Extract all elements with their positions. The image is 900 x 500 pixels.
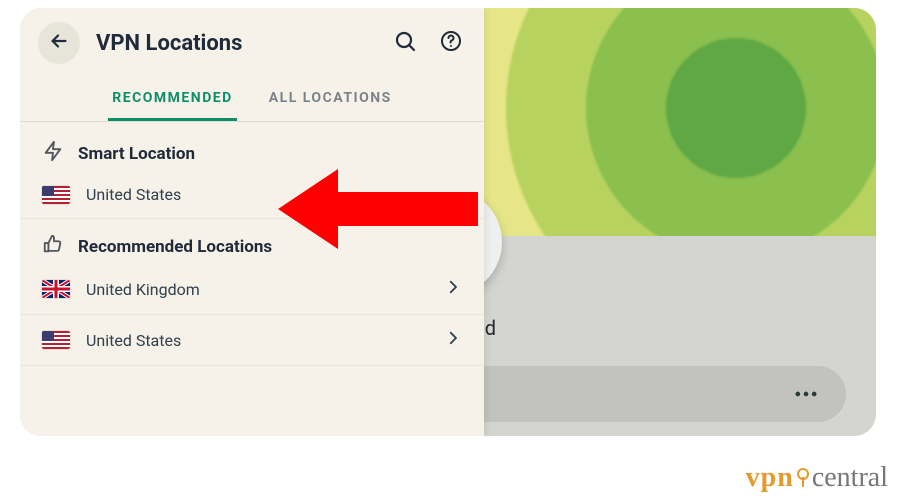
smart-location-heading: Smart Location	[78, 144, 195, 164]
smart-location-item-label: United States	[86, 185, 462, 204]
tab-all-locations[interactable]: ALL LOCATIONS	[265, 82, 396, 121]
pin-icon	[798, 468, 808, 486]
help-button[interactable]	[436, 28, 466, 58]
smart-location-item[interactable]: United States	[20, 171, 484, 219]
thumbs-up-icon	[42, 233, 64, 260]
locations-drawer: VPN Locations RECOMMENDED ALL LOCATIONS	[20, 8, 484, 436]
location-tabs: RECOMMENDED ALL LOCATIONS	[20, 70, 484, 122]
drawer-header: VPN Locations	[20, 8, 484, 70]
watermark-suffix: central	[812, 462, 888, 494]
location-item-label: United Kingdom	[86, 280, 428, 299]
search-button[interactable]	[390, 28, 420, 58]
watermark-logo: vpn central	[746, 462, 888, 494]
app-window: Connected VPN Locations	[20, 8, 876, 436]
flag-us-icon	[42, 186, 70, 204]
flag-uk-icon	[42, 280, 70, 298]
flag-us-icon	[42, 331, 70, 349]
chevron-right-icon	[444, 278, 462, 300]
tab-recommended[interactable]: RECOMMENDED	[108, 82, 237, 121]
recommended-heading: Recommended Locations	[78, 237, 272, 257]
recommended-section: Recommended Locations	[20, 219, 484, 264]
watermark-prefix: vpn	[746, 462, 794, 494]
chevron-right-icon	[444, 329, 462, 351]
back-button[interactable]	[38, 22, 80, 64]
locations-list: Smart Location United States	[20, 122, 484, 436]
search-icon	[393, 29, 417, 57]
location-item-us[interactable]: United States	[20, 315, 484, 366]
help-icon	[439, 29, 463, 57]
location-item-uk[interactable]: United Kingdom	[20, 264, 484, 315]
smart-location-section: Smart Location	[20, 126, 484, 171]
arrow-left-icon	[48, 30, 70, 56]
lightning-icon	[42, 140, 64, 167]
drawer-title: VPN Locations	[96, 31, 374, 56]
location-item-label: United States	[86, 331, 428, 350]
more-icon[interactable]	[792, 380, 820, 408]
